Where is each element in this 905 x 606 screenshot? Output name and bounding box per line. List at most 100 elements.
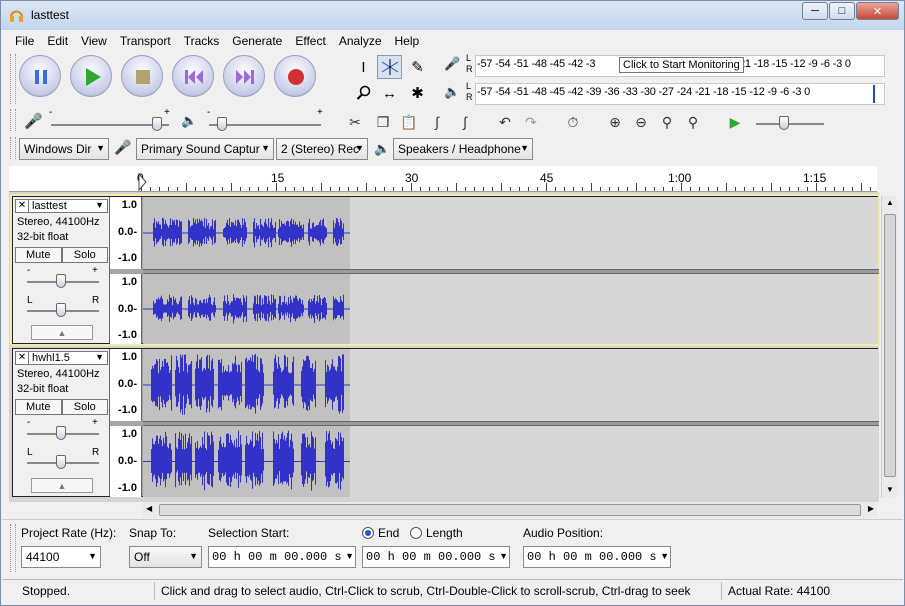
pan-slider-thumb[interactable] [56,455,66,469]
copy-button[interactable]: ❐ [371,111,395,133]
menu-tracks[interactable]: Tracks [177,31,226,51]
menu-bar: File Edit View Transport Tracks Generate… [2,31,903,51]
vertical-scroll-thumb[interactable] [884,214,896,477]
recording-channels-select[interactable]: 2 (Stereo) Rec ▼ [276,138,368,160]
zoom-tool-button[interactable] [351,81,376,105]
paste-button[interactable]: 📋 [397,111,421,133]
mute-button[interactable]: Mute [15,247,62,263]
zoom-out-button[interactable]: ⊖ [629,111,653,133]
solo-button[interactable]: Solo [61,247,108,263]
timeline-tick [726,183,727,191]
collapse-track-button[interactable]: ▲ [31,325,93,340]
horizontal-scrollbar[interactable]: ◀ ▶ [143,502,877,518]
snap-to-select[interactable]: Off ▼ [129,546,202,568]
menu-edit[interactable]: Edit [40,31,74,51]
play-speed-thumb[interactable] [779,116,789,130]
horizontal-scroll-thumb[interactable] [159,504,861,516]
undo-button[interactable]: ↶ [493,111,517,133]
envelope-tool-button[interactable] [377,55,402,79]
toolbar-grip[interactable] [10,137,16,159]
record-meter[interactable]: 🎤 L R -57 -54 -51 -48 -45 -42 -3 21 -18 … [441,53,887,77]
timeline-tick [546,183,547,191]
gain-slider-thumb[interactable] [56,274,66,288]
playback-meter[interactable]: 🔈 L R -57 -54 -51 -48 -45 -42 -39 -36 -3… [441,81,887,105]
selection-start-field[interactable]: 00 h 00 m 00.000 s ▼ [208,546,356,568]
timeline-tick [852,187,853,191]
fit-selection-button[interactable]: ⚲ [655,111,679,133]
track-name-menu[interactable]: ✕ hwhl1.5 ▼ [15,351,108,365]
end-radio[interactable]: End [362,526,399,540]
timeline-tick [600,187,601,191]
menu-transport[interactable]: Transport [113,31,177,51]
meter-label-l: L [466,81,472,91]
redo-button[interactable]: ↷ [519,111,543,133]
zoom-in-button[interactable]: ⊕ [603,111,627,133]
maximize-button[interactable]: □ [829,2,855,20]
audio-host-select[interactable]: Windows Dir ▼ [19,138,109,160]
fit-project-button[interactable]: ⚲ [681,111,705,133]
menu-file[interactable]: File [8,31,40,51]
track-close-icon[interactable]: ✕ [16,352,29,364]
output-volume-thumb[interactable] [217,117,227,131]
timeline-ruler[interactable]: 0 15 30 45 1:00 1:15 [9,166,877,192]
timeline-tick [528,187,529,191]
timeline-tick [825,187,826,191]
selection-tool-button[interactable]: I [351,55,376,79]
audio-position-field[interactable]: 00 h 00 m 00.000 s ▼ [523,546,671,568]
playback-device-select[interactable]: Speakers / Headphone ▼ [393,138,533,160]
timeline-label: 15 [271,171,285,185]
menu-help[interactable]: Help [388,31,426,51]
skip-to-end-button[interactable] [223,55,265,97]
record-button[interactable] [274,55,316,97]
scroll-right-icon[interactable]: ▶ [868,504,874,513]
minimize-button[interactable]: ─ [802,2,828,20]
play-at-speed-button[interactable]: ▶ [723,111,747,133]
timeline-tick [402,187,403,191]
sync-lock-button[interactable]: ⏱ [561,111,585,133]
close-button[interactable]: ✕ [856,2,899,20]
pan-slider-thumb[interactable] [56,303,66,317]
audio-track[interactable]: ✕ lasttest ▼ Stereo, 44100Hz 32-bit floa… [10,194,880,346]
track-name-menu[interactable]: ✕ lasttest ▼ [15,199,108,213]
selection-end-field[interactable]: 00 h 00 m 00.000 s ▼ [362,546,510,568]
end-radio-label: End [378,526,400,540]
track-bitdepth-info: 32-bit float [17,231,69,243]
track-close-icon[interactable]: ✕ [16,200,29,212]
menu-effect[interactable]: Effect [288,31,331,51]
status-hint: Click and drag to select audio, Ctrl-Cli… [161,584,691,598]
scroll-left-icon[interactable]: ◀ [146,504,152,513]
toolbar-grip[interactable] [10,524,16,572]
pause-button[interactable] [19,55,61,97]
scroll-up-icon[interactable]: ▲ [886,198,894,207]
time-shift-tool-button[interactable]: ↔ [377,81,402,105]
audio-track[interactable]: ✕ hwhl1.5 ▼ Stereo, 44100Hz 32-bit float… [12,348,879,497]
gain-slider-thumb[interactable] [56,426,66,440]
edit-toolbar: ✂ ❐ 📋 ∫ ∫ ↶ ↷ ⏱ ⊕ ⊖ ⚲ ⚲ ▶ [341,109,881,135]
timeline-tick [267,187,268,191]
toolbar-grip[interactable] [10,54,16,104]
cut-button[interactable]: ✂ [343,111,367,133]
collapse-track-button[interactable]: ▲ [31,478,93,493]
length-radio[interactable]: Length [410,526,463,540]
menu-generate[interactable]: Generate [225,31,288,51]
trim-button[interactable]: ∫ [425,111,449,133]
play-button[interactable] [70,55,112,97]
multi-tool-button[interactable]: ✱ [405,81,430,105]
mute-button[interactable]: Mute [15,399,62,415]
play-speed-slider[interactable] [756,123,824,125]
recording-device-select[interactable]: Primary Sound Captur ▼ [136,138,274,160]
skip-to-start-button[interactable] [172,55,214,97]
stop-button[interactable] [121,55,163,97]
vertical-scrollbar[interactable]: ▲ ▼ [881,196,897,498]
toolbar-grip[interactable] [10,109,16,131]
draw-tool-button[interactable]: ✎ [405,55,430,79]
waveform-channel-right [143,294,350,324]
menu-view[interactable]: View [74,31,113,51]
solo-button[interactable]: Solo [61,399,108,415]
menu-analyze[interactable]: Analyze [332,31,388,51]
scale-label-top: 1.0 [121,199,137,211]
scroll-down-icon[interactable]: ▼ [886,485,894,494]
silence-button[interactable]: ∫ [453,111,477,133]
input-volume-thumb[interactable] [152,117,162,131]
project-rate-select[interactable]: 44100 ▼ [21,546,101,568]
